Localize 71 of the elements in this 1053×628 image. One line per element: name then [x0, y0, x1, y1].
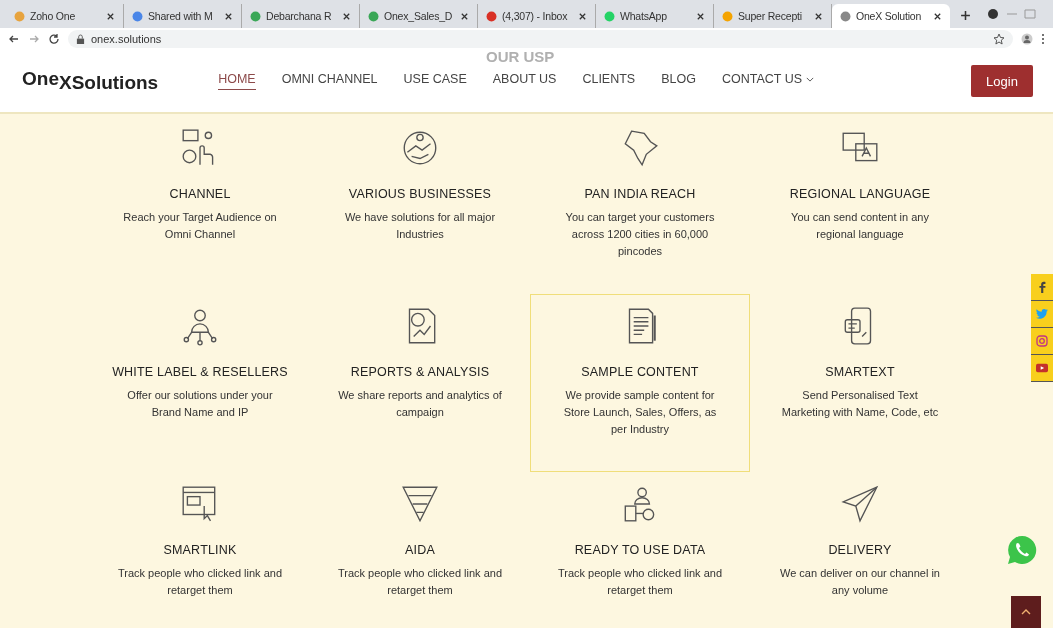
favicon-icon [368, 10, 379, 22]
close-icon[interactable] [814, 11, 823, 21]
favicon-icon [250, 10, 261, 22]
favicon-icon [722, 10, 733, 22]
youtube-button[interactable] [1031, 355, 1053, 382]
feature-title: SMARTEXT [825, 365, 895, 379]
close-icon[interactable] [342, 11, 351, 21]
feature-title: VARIOUS BUSINESSES [348, 187, 492, 201]
nav-link[interactable]: HOME [218, 72, 256, 90]
scroll-top-button[interactable] [1011, 596, 1041, 628]
feature-title: SMARTLINK [163, 543, 237, 557]
feature-description: Track people who clicked link and retarget them [557, 566, 723, 598]
feature-title: AIDA [405, 543, 435, 557]
section-heading: OUR USP [486, 48, 555, 65]
nav-link[interactable]: CONTACT US [721, 72, 815, 90]
feature-description: Track people who clicked link and retarget them [117, 566, 283, 598]
menu-icon[interactable] [1041, 33, 1045, 45]
reload-icon[interactable] [48, 33, 60, 45]
close-icon[interactable] [106, 11, 115, 21]
twitter-button[interactable] [1031, 301, 1053, 328]
lock-icon [76, 33, 85, 45]
new-tab-icon[interactable] [960, 10, 971, 21]
login-button[interactable]: Login [971, 65, 1033, 97]
address-bar[interactable]: onex.solutions [68, 30, 1013, 48]
facebook-button[interactable] [1031, 274, 1053, 301]
close-icon[interactable] [578, 11, 587, 21]
url-text: onex.solutions [91, 33, 162, 45]
feature-title: PAN INDIA REACH [584, 187, 696, 201]
feature-description: Reach your Target Audience on Omni Channel [122, 210, 278, 242]
feature-title: SAMPLE CONTENT [581, 365, 699, 379]
nav-link[interactable]: BLOG [661, 72, 696, 90]
feature-title: REPORTS & ANALYSIS [350, 365, 490, 379]
close-icon[interactable] [224, 11, 233, 21]
letter-f-icon [1036, 281, 1048, 293]
feature-description: You can target your customers across 1200 cities in 60,000 pincodes [564, 210, 716, 259]
feature-description: We provide sample content for Store Launch, Sales, Offers, as per Industry [562, 388, 718, 437]
feature-description: We share reports and analytics of campaign [337, 388, 503, 420]
feature-title: READY TO USE DATA [574, 543, 706, 557]
favicon-icon [132, 10, 143, 22]
feature-title: WHITE LABEL & RESELLERS [112, 365, 288, 379]
caret-up-icon [1021, 609, 1031, 615]
browser-tab[interactable]: OneX Solution [832, 4, 950, 28]
close-icon[interactable] [696, 11, 705, 21]
camera-icon [1036, 335, 1048, 347]
close-icon[interactable] [933, 11, 942, 21]
favicon-icon [14, 10, 25, 22]
feature-description: We can deliver on our channel in any volume [779, 566, 941, 598]
chevron-down-icon [806, 76, 815, 82]
nav-link[interactable]: CLIENTS [582, 72, 636, 90]
paper-plane-icon [839, 483, 881, 525]
favicon-icon [604, 10, 615, 22]
feature-title: REGIONAL LANGUAGE [789, 187, 931, 201]
nav-link[interactable]: OMNI CHANNEL [281, 72, 378, 90]
close-icon[interactable] [460, 11, 469, 21]
bird-icon [1036, 308, 1048, 320]
favicon-icon [486, 10, 497, 22]
nav-link[interactable]: ABOUT US [492, 72, 557, 90]
feature-description: We have solutions for all major Industries [343, 210, 497, 242]
feature-title: DELIVERY [828, 543, 892, 557]
profile-icon[interactable] [1021, 33, 1033, 45]
feature-description: Track people who clicked link and retarget them [337, 566, 503, 598]
feature-description: You can send content in any regional language [790, 210, 930, 242]
back-icon[interactable] [8, 33, 20, 45]
nav-link[interactable]: USE CASE [403, 72, 467, 90]
play-icon [1036, 362, 1048, 374]
favicon-icon [840, 10, 851, 22]
instagram-button[interactable] [1031, 328, 1053, 355]
star-icon[interactable] [993, 33, 1005, 45]
feature-description: Send Personalised Text Marketing with Name, Code, etc [780, 388, 940, 420]
feature-title: CHANNEL [169, 187, 231, 201]
feature-description: Offer our solutions under your Brand Name and IP [126, 388, 274, 420]
